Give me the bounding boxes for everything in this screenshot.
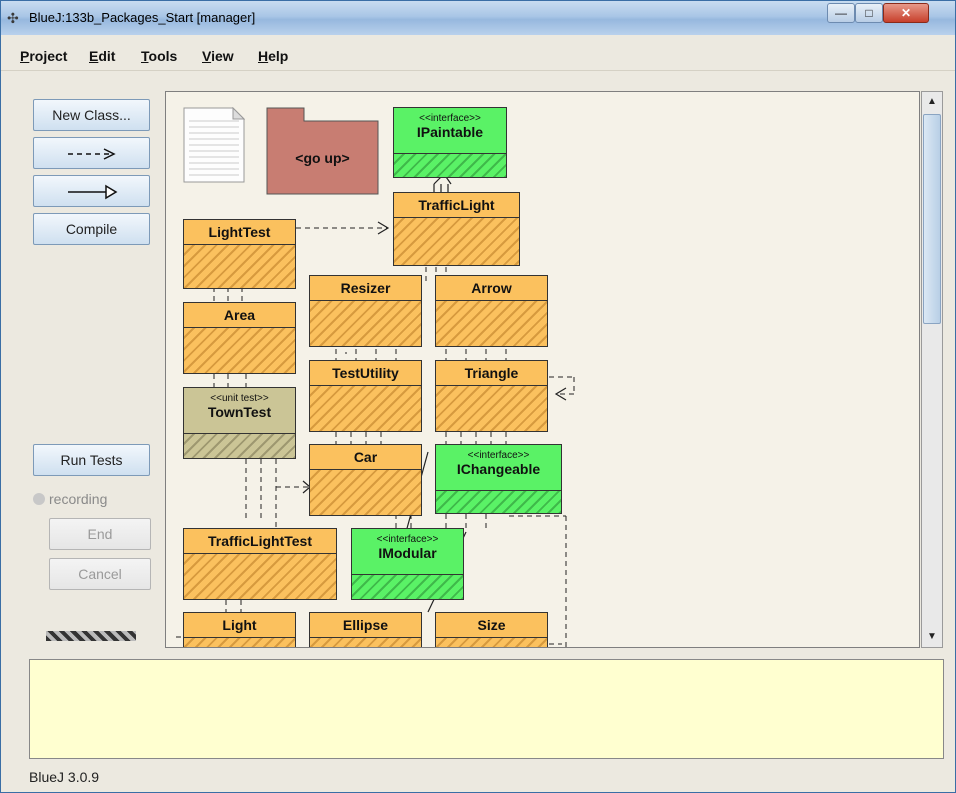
class-ellipse[interactable]: Ellipse <box>309 612 422 647</box>
scrollbar-thumb[interactable] <box>923 114 941 324</box>
class-lighttest[interactable]: LightTest <box>183 219 296 289</box>
class-area[interactable]: Area <box>183 302 296 374</box>
status-bar-version: BlueJ 3.0.9 <box>29 769 100 785</box>
uses-arrow-button[interactable] <box>33 137 150 169</box>
compile-button[interactable]: Compile <box>33 213 150 245</box>
new-class-button[interactable]: New Class... <box>33 99 150 131</box>
class-resizer[interactable]: Resizer <box>309 275 422 347</box>
menu-view[interactable]: View <box>202 48 234 64</box>
class-trafficlighttest[interactable]: TrafficLightTest <box>183 528 337 600</box>
class-size[interactable]: Size <box>435 612 548 647</box>
bluej-app-icon: ✣ <box>7 10 19 26</box>
machine-activity-indicator <box>46 631 136 641</box>
bluej-window: ✣ BlueJ:133b_Packages_Start [manager] — … <box>0 0 956 793</box>
class-name: TestUtility <box>332 365 399 381</box>
menu-bar: Project Edit Tools View Help <box>1 35 955 71</box>
class-name: TrafficLight <box>418 197 495 213</box>
class-testutility[interactable]: TestUtility <box>309 360 422 432</box>
interface-ipaintable[interactable]: <<interface>> IPaintable <box>393 107 507 178</box>
cancel-button[interactable]: Cancel <box>49 558 151 590</box>
interface-imodular[interactable]: <<interface>> IModular <box>351 528 464 600</box>
menu-project[interactable]: Project <box>20 48 67 64</box>
menu-tools[interactable]: Tools <box>141 48 177 64</box>
stereotype-label: <<interface>> <box>376 534 439 545</box>
readme-document-icon[interactable] <box>183 106 246 183</box>
dashed-arrow-icon <box>67 148 116 160</box>
class-name: Car <box>353 449 378 465</box>
recording-label: recording <box>49 491 108 507</box>
title-bar[interactable]: ✣ BlueJ:133b_Packages_Start [manager] — … <box>1 1 955 35</box>
class-name: Resizer <box>340 280 391 296</box>
class-name: Light <box>222 617 257 633</box>
message-panel <box>29 659 944 759</box>
class-name: IModular <box>378 545 437 561</box>
window-title: BlueJ:133b_Packages_Start [manager] <box>29 10 256 25</box>
stereotype-label: <<interface>> <box>467 450 530 461</box>
stereotype-label: <<interface>> <box>419 113 481 124</box>
run-tests-button[interactable]: Run Tests <box>33 444 150 476</box>
class-name: Area <box>223 307 256 323</box>
class-name: Arrow <box>471 280 512 296</box>
stereotype-label: <<unit test>> <box>210 393 269 404</box>
recording-indicator: recording <box>33 491 107 507</box>
class-name: IChangeable <box>456 461 541 477</box>
class-name: Triangle <box>464 365 519 381</box>
minimize-button[interactable]: — <box>827 3 855 23</box>
class-name: TrafficLightTest <box>208 533 312 549</box>
class-diagram[interactable]: <go up> <<interface>> IPaintable TrafficL… <box>165 91 920 648</box>
scroll-down-arrow-icon[interactable]: ▼ <box>924 629 940 645</box>
maximize-button[interactable]: □ <box>855 3 883 23</box>
class-name: LightTest <box>208 224 271 240</box>
inheritance-arrow-icon <box>67 184 117 200</box>
scroll-up-arrow-icon[interactable]: ▲ <box>924 94 940 110</box>
end-button[interactable]: End <box>49 518 151 550</box>
close-button[interactable]: ✕ <box>883 3 929 23</box>
class-name: TownTest <box>207 404 272 420</box>
class-arrow[interactable]: Arrow <box>435 275 548 347</box>
class-triangle[interactable]: Triangle <box>435 360 548 432</box>
class-car[interactable]: Car <box>309 444 422 516</box>
class-name: IPaintable <box>416 124 484 140</box>
go-up-label: <go up> <box>295 150 350 166</box>
class-name: Ellipse <box>342 617 389 633</box>
class-light[interactable]: Light <box>183 612 296 647</box>
go-up-package-folder[interactable]: <go up> <box>266 107 379 195</box>
recording-dot-icon <box>33 493 45 505</box>
unit-test-towntest[interactable]: <<unit test>> TownTest <box>183 387 296 459</box>
menu-help[interactable]: Help <box>258 48 288 64</box>
class-trafficlight[interactable]: TrafficLight <box>393 192 520 266</box>
diagram-vertical-scrollbar[interactable]: ▲ ▼ <box>921 91 943 648</box>
class-name: Size <box>477 617 506 633</box>
menu-edit[interactable]: Edit <box>89 48 115 64</box>
interface-ichangeable[interactable]: <<interface>> IChangeable <box>435 444 562 514</box>
inherits-arrow-button[interactable] <box>33 175 150 207</box>
